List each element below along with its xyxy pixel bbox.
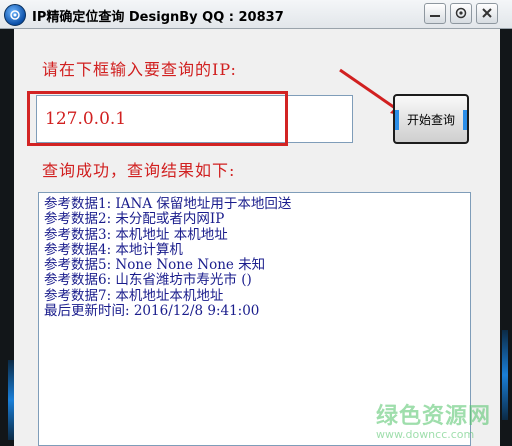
result-line: 参考数据3: 本机地址 本机地址 (44, 226, 228, 243)
result-line: 参考数据4: 本地计算机 (44, 241, 183, 258)
settings-icon (455, 7, 467, 19)
right-glow-accent (502, 330, 508, 420)
app-logo-icon (4, 4, 26, 26)
result-line: 参考数据1: IANA 保留地址用于本地回送 (44, 196, 292, 212)
minimize-icon (430, 15, 440, 17)
query-status-label: 查询成功，查询结果如下: (42, 161, 236, 180)
settings-button[interactable] (450, 3, 472, 24)
ip-input[interactable] (36, 95, 353, 143)
window-title: IP精确定位查询 DesignBy QQ : 20837 (32, 10, 284, 25)
ip-prompt-label: 请在下框输入要查询的IP: (42, 60, 237, 79)
start-query-button[interactable]: 开始查询 (393, 94, 469, 144)
title-bar[interactable]: IP精确定位查询 DesignBy QQ : 20837 (0, 0, 512, 29)
window-frame: IP精确定位查询 DesignBy QQ : 20837 请在下框输入要查询的I… (0, 0, 512, 446)
watermark-brand: 绿色资源网 (376, 404, 492, 429)
watermark-url: www.downcc.com (376, 428, 475, 441)
result-line: 参考数据6: 山东省潍坊市寿光市 () (44, 272, 252, 289)
close-icon (482, 8, 492, 18)
result-line: 最后更新时间: 2016/12/8 9:41:00 (44, 303, 260, 320)
result-line: 参考数据2: 未分配或者内网IP (44, 211, 225, 228)
minimize-button[interactable] (424, 3, 446, 24)
close-button[interactable] (476, 3, 498, 24)
result-line: 参考数据7: 本机地址本机地址 (44, 287, 224, 304)
